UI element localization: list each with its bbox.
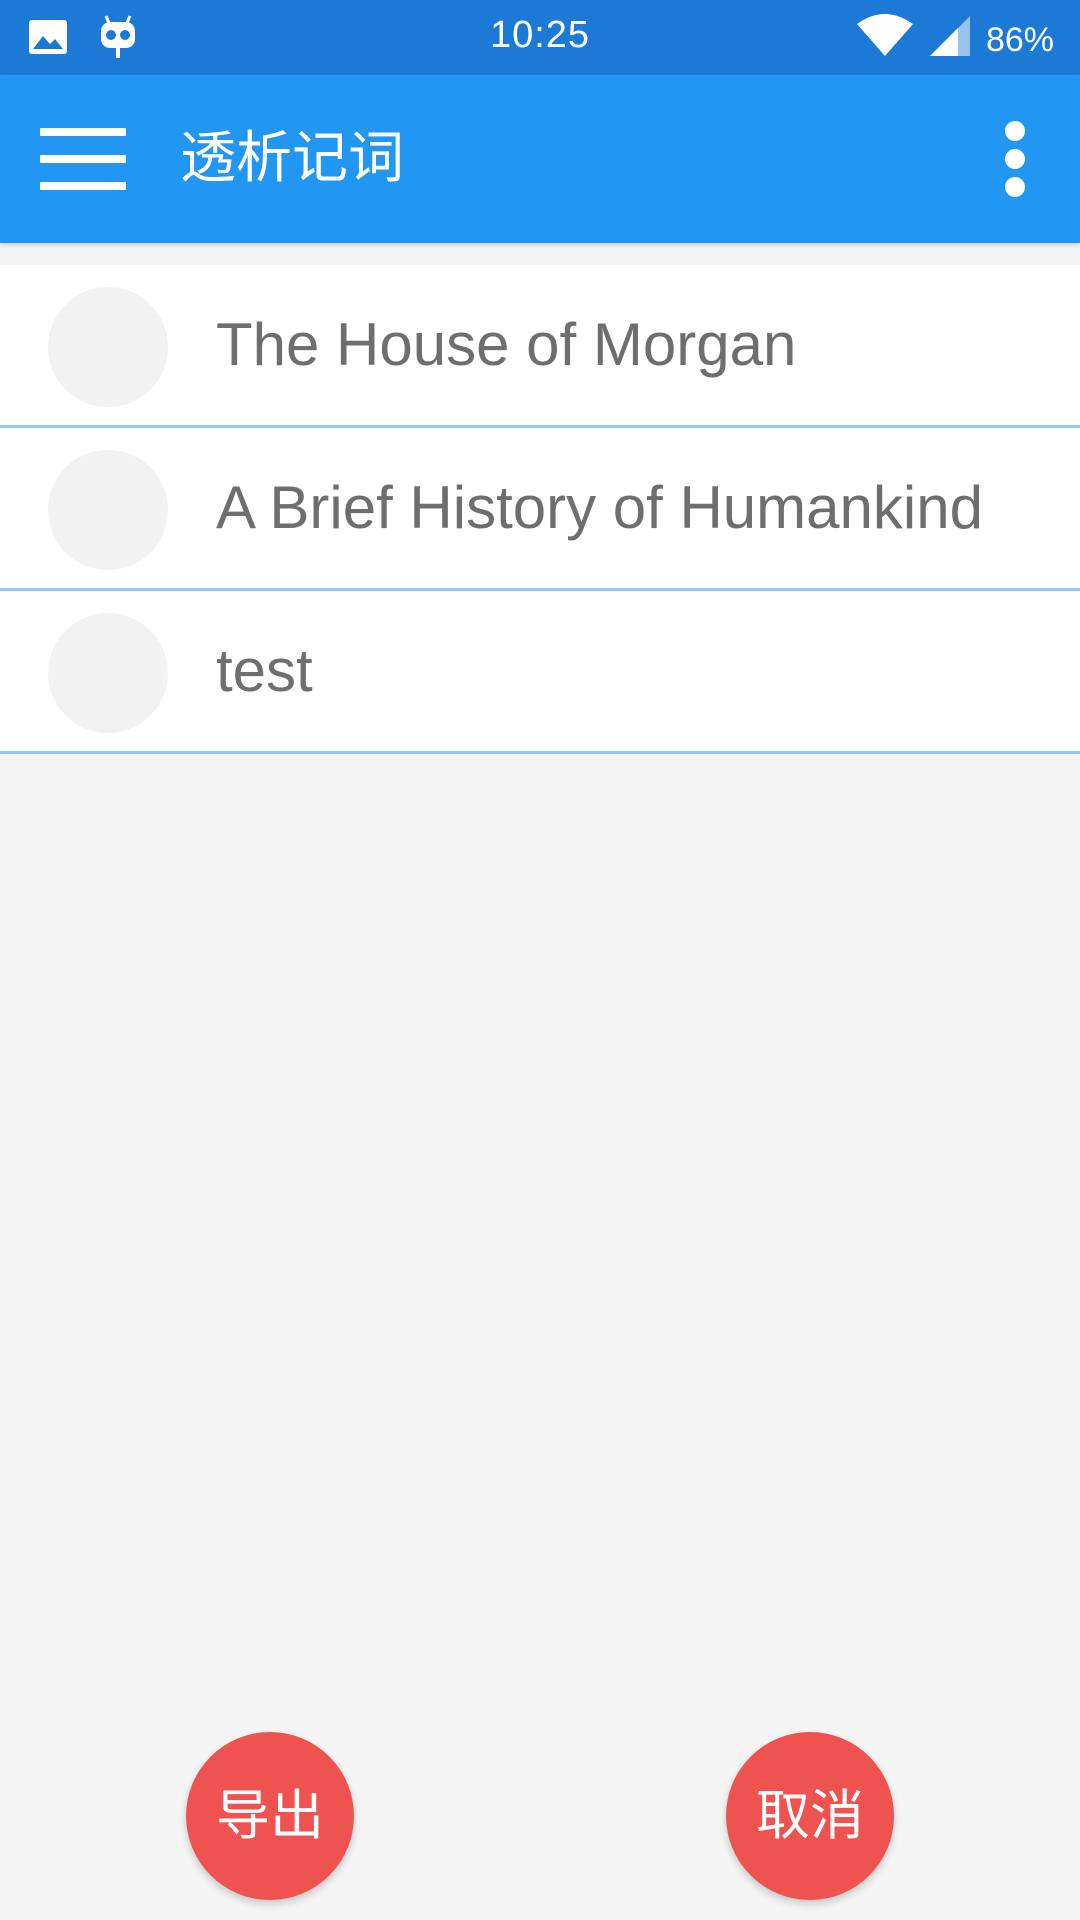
list-item[interactable]: The House of Morgan	[0, 265, 1080, 428]
book-title: A Brief History of Humankind	[216, 474, 983, 541]
book-title: test	[216, 637, 313, 704]
hamburger-menu-icon[interactable]	[40, 128, 126, 190]
list-item[interactable]: A Brief History of Humankind	[0, 428, 1080, 591]
wifi-icon	[856, 14, 914, 67]
book-title: The House of Morgan	[216, 311, 797, 378]
app-bar: 透析记词	[0, 75, 1080, 243]
cell-signal-icon	[928, 14, 972, 67]
book-list: The House of Morgan A Brief History of H…	[0, 265, 1080, 754]
export-button[interactable]: 导出	[186, 1732, 354, 1900]
book-avatar[interactable]	[48, 450, 168, 570]
battery-percent: 86%	[985, 21, 1054, 59]
more-vert-icon[interactable]	[996, 119, 1036, 199]
book-avatar[interactable]	[48, 287, 168, 407]
app-title: 透析记词	[180, 126, 404, 191]
cancel-button[interactable]: 取消	[726, 1732, 894, 1900]
status-bar: 10:25 86%	[0, 0, 1080, 75]
book-avatar[interactable]	[48, 613, 168, 733]
status-system-icons: 86%	[856, 14, 1054, 67]
list-item[interactable]: test	[0, 591, 1080, 754]
